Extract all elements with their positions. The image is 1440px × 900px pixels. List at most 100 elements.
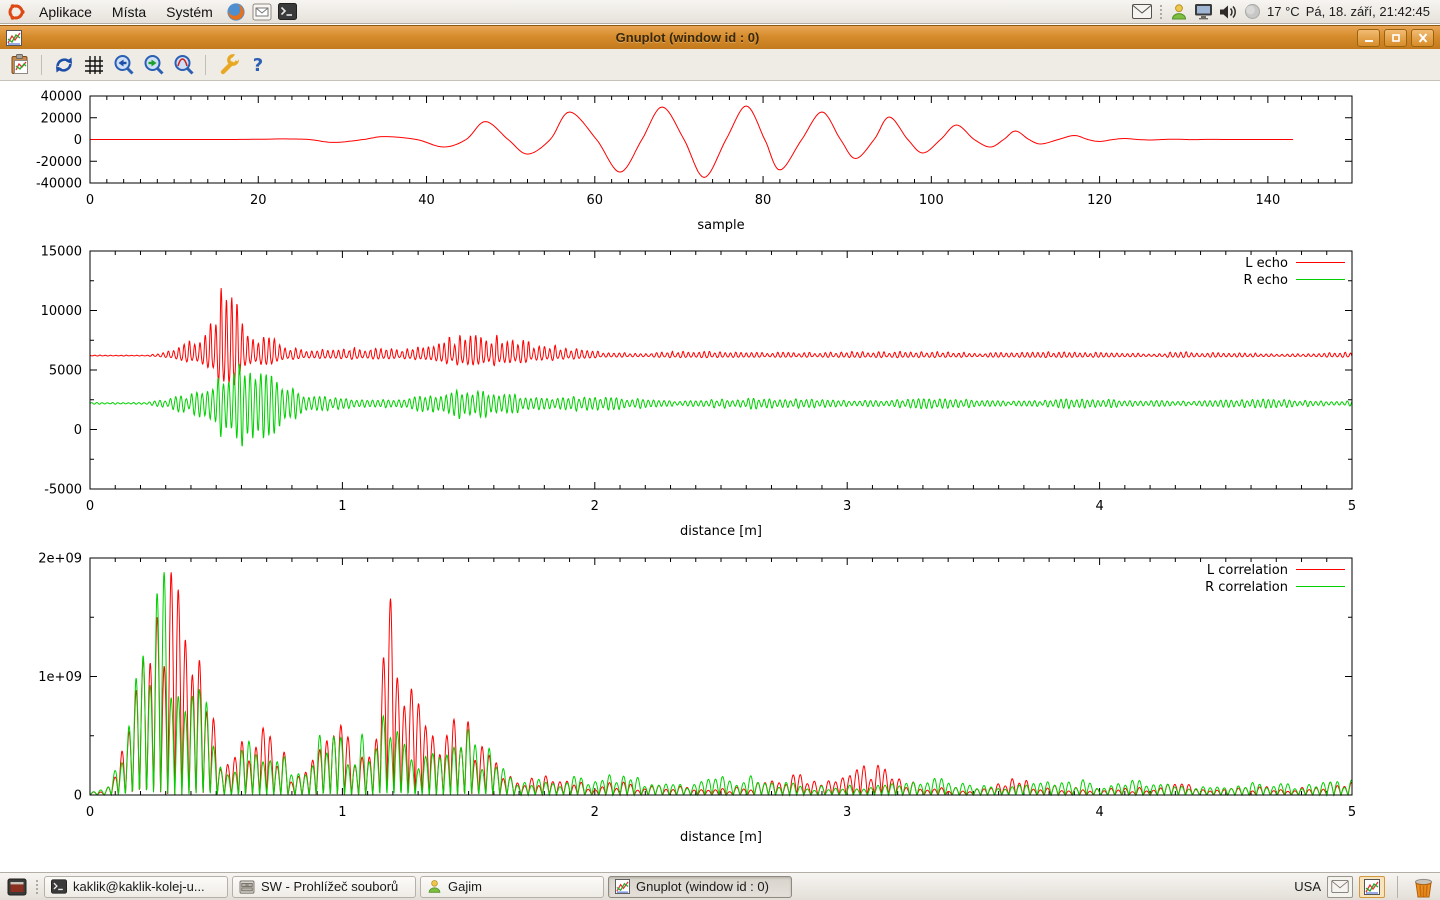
svg-text:1: 1 — [338, 805, 346, 820]
svg-text:2: 2 — [591, 499, 599, 514]
svg-text:0: 0 — [86, 499, 94, 514]
tray-mail-icon[interactable] — [1327, 876, 1353, 898]
unzoom-icon — [172, 53, 196, 77]
ubuntu-logo-icon — [7, 3, 25, 21]
weather-applet[interactable] — [1244, 3, 1261, 20]
display-applet[interactable] — [1194, 3, 1213, 20]
keyboard-layout-indicator[interactable]: USA — [1294, 879, 1321, 894]
svg-text:10000: 10000 — [41, 304, 82, 319]
svg-text:100: 100 — [919, 193, 944, 208]
tray-gnuplot-icon[interactable] — [1359, 876, 1385, 898]
plots-svg[interactable]: 02040608010012014040000200000-20000-4000… — [0, 81, 1440, 872]
terminal-icon — [278, 3, 297, 20]
volume-applet[interactable] — [1219, 4, 1238, 20]
display-icon — [1194, 3, 1213, 20]
svg-text:-40000: -40000 — [36, 177, 82, 192]
top-panel: Aplikace Místa Systém — [0, 0, 1440, 24]
taskbar-item-gnuplot[interactable]: Gnuplot (window id : 0) — [608, 876, 792, 898]
menu-applications[interactable]: Aplikace — [30, 1, 101, 23]
svg-text:0: 0 — [86, 193, 94, 208]
trash-applet[interactable] — [1410, 876, 1436, 898]
maximize-icon — [1390, 33, 1402, 43]
svg-text:5: 5 — [1348, 499, 1356, 514]
svg-text:3: 3 — [843, 499, 851, 514]
replot-button[interactable] — [50, 51, 77, 78]
menu-system[interactable]: Systém — [157, 1, 222, 23]
help-icon: ? — [246, 53, 270, 77]
ubuntu-menu-button[interactable] — [4, 1, 28, 23]
clipboard-chart-icon — [8, 53, 32, 77]
svg-text:distance [m]: distance [m] — [680, 524, 762, 539]
svg-text:L echo: L echo — [1245, 256, 1288, 271]
svg-text:distance [m]: distance [m] — [680, 830, 762, 845]
svg-text:15000: 15000 — [41, 245, 82, 260]
svg-text:-5000: -5000 — [44, 483, 82, 498]
svg-text:0: 0 — [74, 133, 82, 148]
zoom-previous-icon — [112, 53, 136, 77]
taskbar-item-file-browser[interactable]: SW - Prohlížeč souborů — [232, 876, 416, 898]
mail-notification-icon[interactable] — [1132, 4, 1152, 19]
gnuplot-toolbar: ? — [0, 49, 1440, 81]
window-selector-button[interactable] — [4, 876, 30, 898]
svg-text:20: 20 — [250, 193, 267, 208]
toggle-grid-button[interactable] — [80, 51, 107, 78]
presence-applet[interactable] — [1170, 3, 1188, 21]
firefox-icon — [226, 2, 246, 22]
wrench-icon — [216, 53, 240, 77]
taskbar-item-label: kaklik@kaklik-kolej-u... — [73, 879, 205, 894]
speaker-icon — [1219, 4, 1238, 20]
terminal-icon — [51, 879, 67, 894]
menu-places[interactable]: Místa — [103, 1, 155, 23]
window-titlebar[interactable]: Gnuplot (window id : 0) — [0, 25, 1440, 49]
svg-text:4: 4 — [1095, 499, 1103, 514]
gnuplot-window-icon — [6, 30, 22, 46]
zoom-next-button[interactable] — [140, 51, 167, 78]
moon-icon — [1244, 3, 1261, 20]
grid-icon — [82, 53, 106, 77]
svg-text:3: 3 — [843, 805, 851, 820]
zoom-next-icon — [142, 53, 166, 77]
minimize-button[interactable] — [1357, 29, 1380, 47]
svg-text:4: 4 — [1095, 805, 1103, 820]
svg-text:5: 5 — [1348, 805, 1356, 820]
applet-drag-handle[interactable] — [1158, 5, 1164, 19]
user-presence-icon — [1170, 3, 1188, 21]
svg-text:5000: 5000 — [49, 364, 82, 379]
svg-text:1e+09: 1e+09 — [38, 670, 82, 685]
gajim-icon — [427, 879, 442, 894]
svg-text:40000: 40000 — [41, 90, 82, 105]
gnuplot-canvas[interactable]: 02040608010012014040000200000-20000-4000… — [0, 81, 1440, 872]
refresh-icon — [52, 53, 76, 77]
svg-text:120: 120 — [1087, 193, 1112, 208]
svg-text:sample: sample — [697, 218, 744, 233]
mail-launcher[interactable] — [250, 1, 274, 23]
firefox-launcher[interactable] — [224, 1, 248, 23]
zoom-previous-button[interactable] — [110, 51, 137, 78]
svg-text:140: 140 — [1255, 193, 1280, 208]
help-button[interactable]: ? — [244, 51, 271, 78]
svg-text:-20000: -20000 — [36, 155, 82, 170]
terminal-launcher[interactable] — [276, 1, 300, 23]
settings-button[interactable] — [214, 51, 241, 78]
clock-label[interactable]: Pá, 18. září, 21:42:45 — [1306, 4, 1430, 19]
window-title: Gnuplot (window id : 0) — [22, 30, 1353, 45]
svg-text:?: ? — [252, 55, 262, 76]
copy-to-clipboard-button[interactable] — [6, 51, 33, 78]
maximize-button[interactable] — [1384, 29, 1407, 47]
toolbar-separator — [205, 55, 206, 75]
gnuplot-icon — [615, 879, 630, 894]
svg-text:2: 2 — [591, 805, 599, 820]
close-button[interactable] — [1411, 29, 1434, 47]
taskbar-item-terminal[interactable]: kaklik@kaklik-kolej-u... — [44, 876, 228, 898]
unzoom-button[interactable] — [170, 51, 197, 78]
temperature-label[interactable]: 17 °C — [1267, 4, 1300, 19]
svg-text:L correlation: L correlation — [1207, 563, 1288, 578]
mail-icon — [252, 3, 272, 21]
tasklist-drag-handle[interactable] — [34, 880, 40, 894]
svg-text:0: 0 — [74, 423, 82, 438]
svg-text:R correlation: R correlation — [1205, 580, 1288, 595]
svg-text:20000: 20000 — [41, 111, 82, 126]
panel-separator — [1397, 876, 1398, 898]
svg-text:60: 60 — [587, 193, 604, 208]
taskbar-item-gajim[interactable]: Gajim — [420, 876, 604, 898]
